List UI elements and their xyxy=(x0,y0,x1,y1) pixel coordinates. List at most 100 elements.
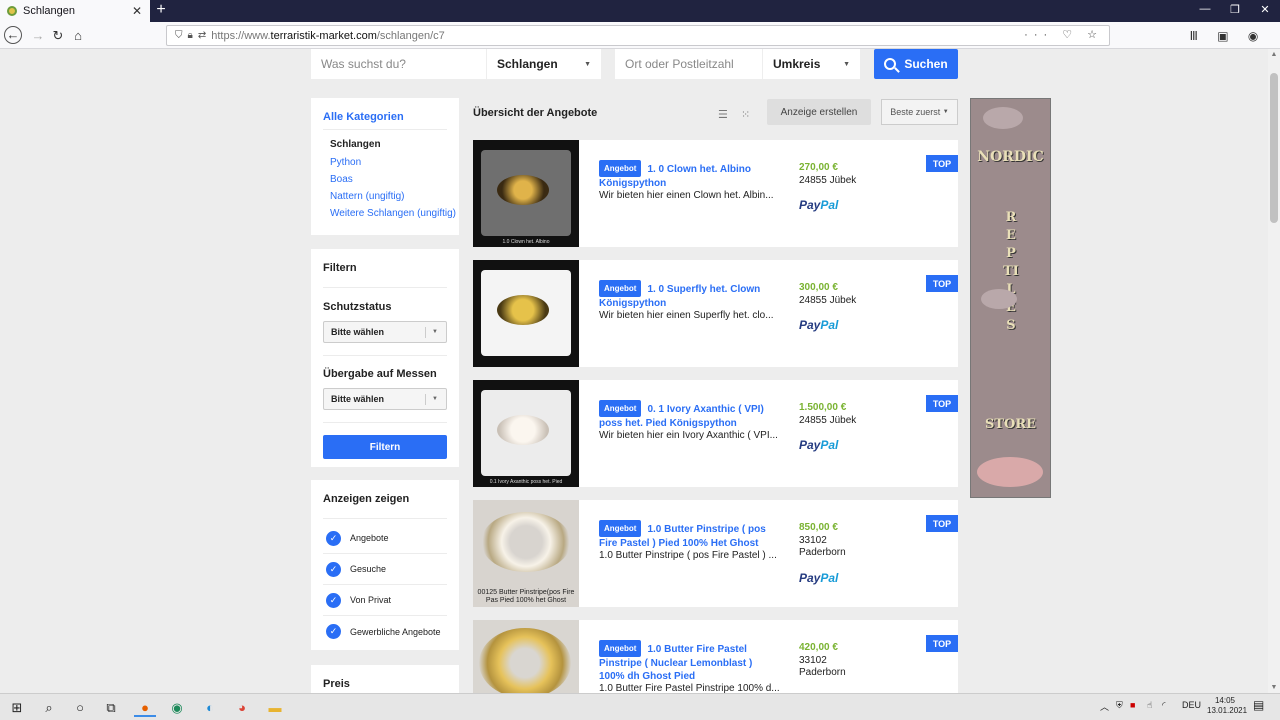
divider xyxy=(323,287,447,288)
listing-price: 1.500,00 € xyxy=(799,402,847,413)
listing-card[interactable]: Angebot 1. 0 Superfly het. Clown Königspy… xyxy=(473,260,958,367)
listing-location: 33102 Paderborn xyxy=(799,655,846,678)
lock-icon: 🔒︎ xyxy=(187,30,193,41)
search-query-input[interactable]: Was suchst du? xyxy=(311,49,486,79)
cortana-icon[interactable]: ○ xyxy=(69,698,91,717)
listing-card[interactable]: 0.1 Ivory Axanthic poss het. Pied Angebo… xyxy=(473,380,958,487)
check-icon: ✓ xyxy=(326,530,341,546)
image-caption: 1.0 Clown het. Albino xyxy=(502,239,550,245)
network-icon[interactable]: ◜ xyxy=(1162,700,1166,711)
listing-title[interactable]: Angebot 1. 0 Clown het. Albino Königspyth… xyxy=(599,160,779,190)
category-nattern[interactable]: Nattern (ungiftig) xyxy=(311,188,459,205)
chevron-down-icon: ▼ xyxy=(432,329,438,335)
search-category-select[interactable]: Schlangen ▼ xyxy=(486,49,601,79)
tab-close-icon[interactable]: ✕ xyxy=(132,4,142,18)
scrollbar-thumb[interactable] xyxy=(1270,73,1278,223)
task-view-icon[interactable]: ⧉ xyxy=(100,698,122,717)
option-label: Angebote xyxy=(350,533,389,543)
ad-banner-nordic-reptiles[interactable]: NORDIC REPTILES STORE xyxy=(970,98,1051,498)
image-caption: 00125 Butter Pinstripe(pos Fire Pas Pied… xyxy=(477,589,575,604)
notifications-icon[interactable]: ▤ xyxy=(1253,698,1264,712)
search-radius-select[interactable]: Umkreis ▼ xyxy=(762,49,860,79)
create-ad-button[interactable]: Anzeige erstellen xyxy=(767,99,871,125)
listing-card[interactable]: Angebot 1.0 Butter Fire Pastel Pinstripe … xyxy=(473,620,958,693)
top-badge: TOP xyxy=(926,275,958,292)
category-weitere[interactable]: Weitere Schlangen (ungiftig) xyxy=(311,205,459,222)
schutzstatus-select[interactable]: Bitte wählen ▼ xyxy=(323,321,447,343)
toolbar-right-icon[interactable]: Ⅲ ▣ ◉ ≡ xyxy=(1188,26,1268,63)
listing-title[interactable]: Angebot 1.0 Butter Fire Pastel Pinstripe … xyxy=(599,640,779,683)
tray-app-icon[interactable]: ⛨ xyxy=(1116,700,1123,711)
clock[interactable]: 14:05 13.01.2021 xyxy=(1207,696,1247,716)
back-icon[interactable]: ← xyxy=(4,26,22,44)
tray-pdf-icon[interactable]: ■ xyxy=(1130,700,1135,710)
sort-select[interactable]: Beste zuerst ▼ xyxy=(881,99,958,125)
restore-icon[interactable]: ❐ xyxy=(1225,3,1245,16)
listing-title[interactable]: Angebot 1. 0 Superfly het. Clown Königspy… xyxy=(599,280,779,310)
forward-icon[interactable]: → xyxy=(28,26,48,46)
paypal-logo: PayPal xyxy=(799,438,839,452)
listing-title[interactable]: Angebot 0. 1 Ivory Axanthic ( VPI) poss h… xyxy=(599,400,779,430)
select-separator xyxy=(425,327,426,338)
app-green-icon[interactable]: ◉ xyxy=(166,698,188,717)
page-scrollbar[interactable]: ▲ ▼ xyxy=(1268,49,1280,693)
uebergabe-select[interactable]: Bitte wählen ▼ xyxy=(323,388,447,410)
listing-image[interactable]: 1.0 Clown het. Albino xyxy=(473,140,579,247)
option-label: Gesuche xyxy=(350,564,387,574)
listing-image[interactable] xyxy=(473,260,579,367)
scroll-up-icon[interactable]: ▲ xyxy=(1268,51,1280,58)
ad-line-1: NORDIC xyxy=(977,149,1044,165)
listing-location: 24855 Jübek xyxy=(799,415,857,426)
listing-image[interactable] xyxy=(473,620,579,693)
category-python[interactable]: Python xyxy=(311,154,459,171)
sort-value: Beste zuerst xyxy=(890,107,941,117)
tray-up-icon[interactable]: ︿ xyxy=(1100,700,1109,713)
search-location-input[interactable]: Ort oder Postleitzahl xyxy=(615,49,762,79)
home-icon[interactable]: ⌂ xyxy=(68,26,88,46)
keyboard-language[interactable]: DEU xyxy=(1182,700,1201,710)
option-gewerblich[interactable]: ✓ Gewerbliche Angebote xyxy=(323,616,447,647)
radius-value: Umkreis xyxy=(773,57,821,71)
top-badge: TOP xyxy=(926,395,958,412)
option-von-privat[interactable]: ✓ Von Privat xyxy=(323,585,447,616)
tray-hand-icon[interactable]: ☝ xyxy=(1147,700,1152,711)
search-button[interactable]: Suchen xyxy=(874,49,958,79)
edge-icon[interactable]: ◐ xyxy=(199,698,221,717)
tab-schlangen[interactable]: Schlangen ✕ xyxy=(0,0,150,22)
search-icon[interactable]: ⌕ xyxy=(38,698,60,717)
firefox-icon[interactable]: ● xyxy=(134,698,156,717)
all-categories-link[interactable]: Alle Kategorien xyxy=(311,98,459,129)
url-actions-icon[interactable]: ··· ♡ ☆ xyxy=(1024,28,1103,41)
listing-price: 850,00 € xyxy=(799,522,838,533)
list-view-icon[interactable]: ☰ xyxy=(718,108,728,121)
grid-view-icon[interactable]: ⁙ xyxy=(741,108,750,121)
chevron-down-icon: ▼ xyxy=(942,109,949,115)
uebergabe-label: Übergabe auf Messen xyxy=(323,368,437,380)
paypal-logo: PayPal xyxy=(799,198,839,212)
listing-desc: 1.0 Butter Fire Pastel Pinstripe 100% d.… xyxy=(599,683,779,693)
listing-image[interactable]: 0.1 Ivory Axanthic poss het. Pied xyxy=(473,380,579,487)
permissions-icon: ⇄ xyxy=(197,30,207,41)
file-explorer-icon[interactable]: ▬ xyxy=(264,698,286,717)
listing-card[interactable]: 1.0 Clown het. Albino Angebot 1. 0 Clown … xyxy=(473,140,958,247)
scroll-down-icon[interactable]: ▼ xyxy=(1268,684,1280,691)
windows-start-icon[interactable]: ⊞ xyxy=(6,698,28,717)
close-window-icon[interactable]: ✕ xyxy=(1255,3,1275,16)
option-angebote[interactable]: ✓ Angebote xyxy=(323,523,447,554)
image-caption: 0.1 Ivory Axanthic poss het. Pied xyxy=(489,479,563,485)
minimize-icon[interactable]: — xyxy=(1195,3,1215,15)
search-bar: Was suchst du? Schlangen ▼ Ort oder Post… xyxy=(311,49,958,79)
url-bar[interactable]: ⛉ 🔒︎ ⇄ https://www. terraristik-market.co… xyxy=(166,25,1110,46)
new-tab-button[interactable]: + xyxy=(152,1,170,19)
option-label: Von Privat xyxy=(350,595,392,605)
filter-button[interactable]: Filtern xyxy=(323,435,447,459)
option-gesuche[interactable]: ✓ Gesuche xyxy=(323,554,447,585)
listing-card[interactable]: 00125 Butter Pinstripe(pos Fire Pas Pied… xyxy=(473,500,958,607)
listing-location: 24855 Jübek xyxy=(799,175,857,186)
listing-image[interactable]: 00125 Butter Pinstripe(pos Fire Pas Pied… xyxy=(473,500,579,607)
chevron-down-icon: ▼ xyxy=(432,396,438,402)
reload-icon[interactable]: ↻ xyxy=(48,26,68,46)
listing-title[interactable]: Angebot 1.0 Butter Pinstripe ( pos Fire P… xyxy=(599,520,779,550)
category-boas[interactable]: Boas xyxy=(311,171,459,188)
chrome-icon[interactable]: ◕ xyxy=(231,698,253,717)
